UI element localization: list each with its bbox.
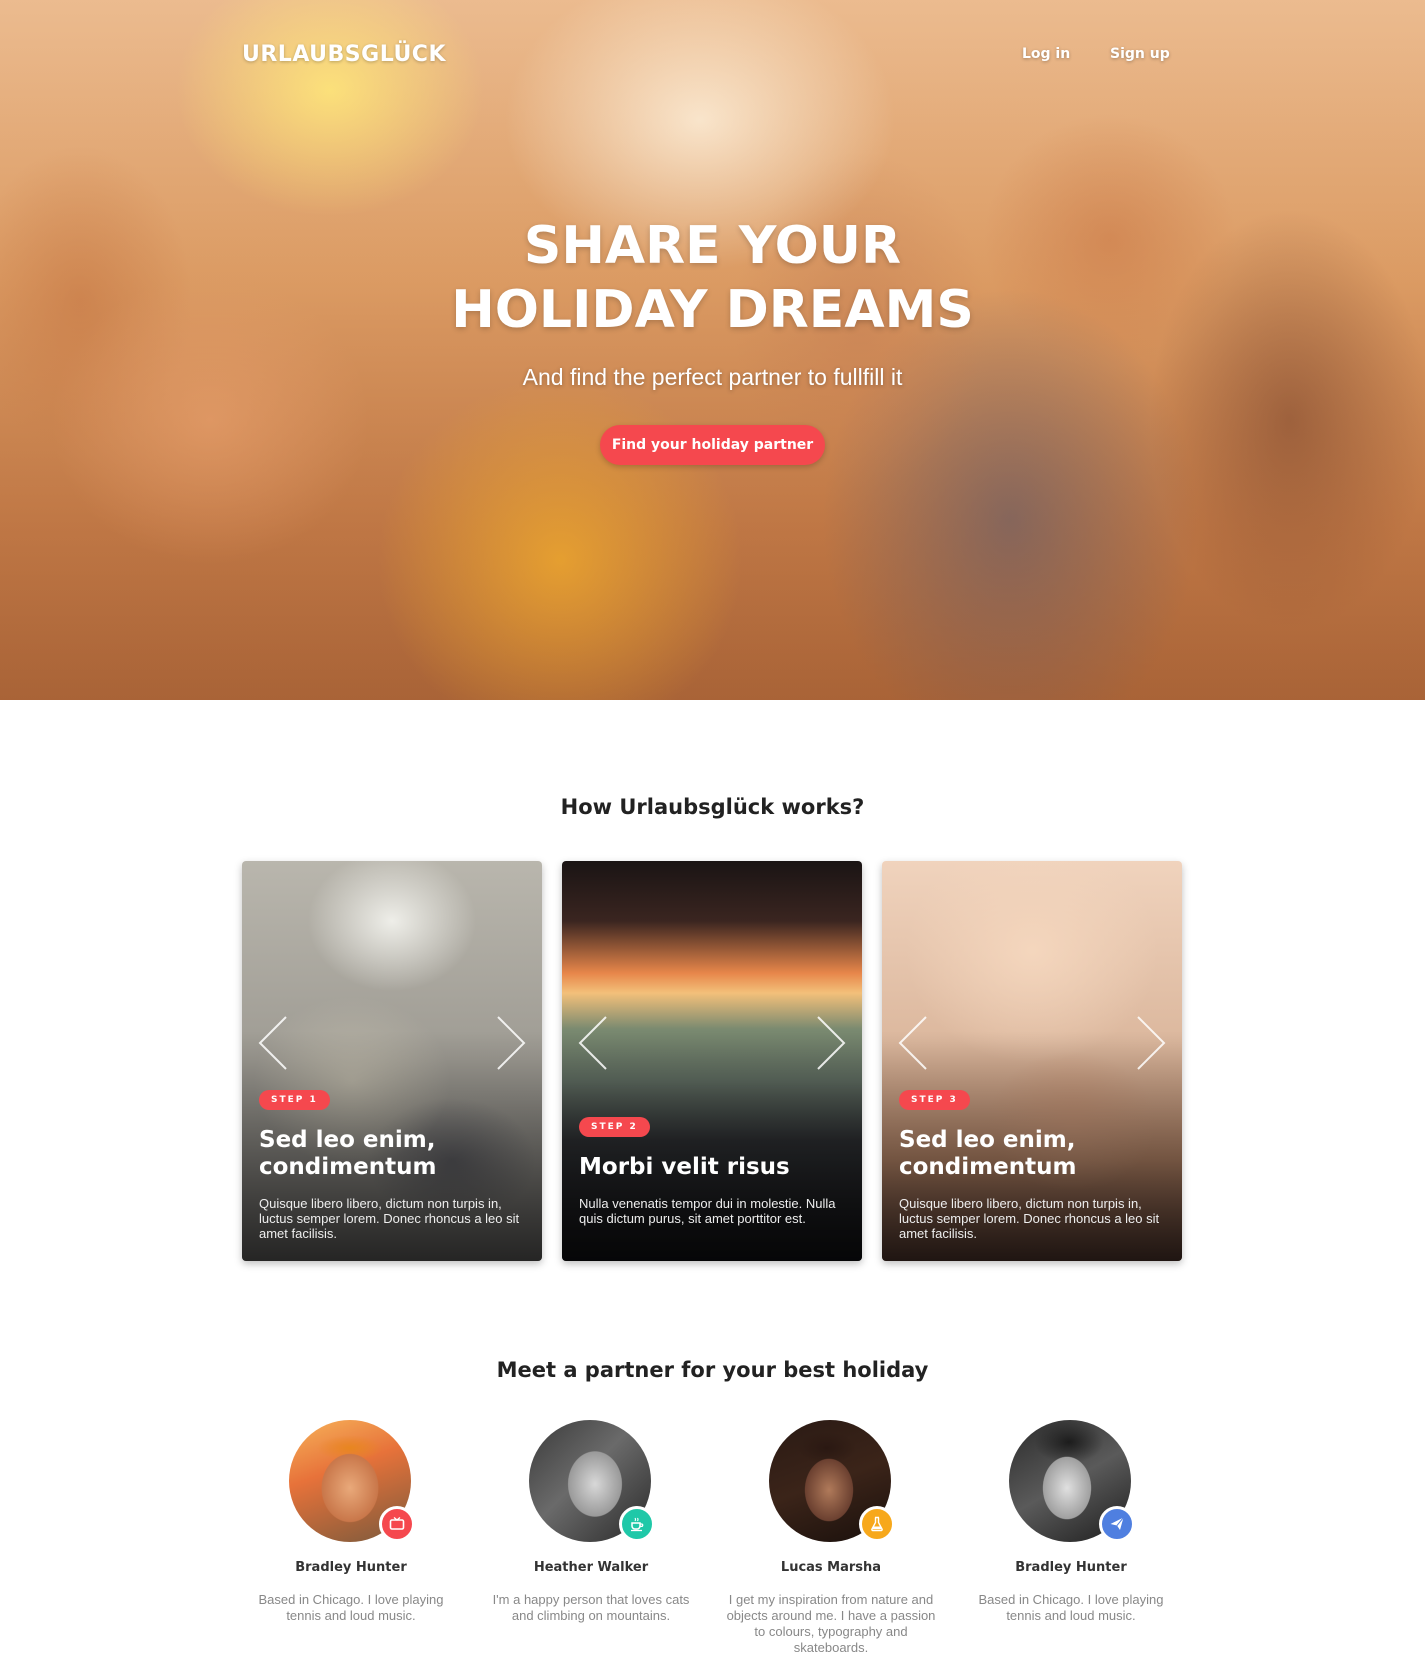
- step-card-3[interactable]: STEP 3 Sed leo enim, condimentum Quisque…: [882, 861, 1182, 1261]
- partner-name: Heather Walker: [533, 1560, 649, 1575]
- card-title-line-1: Sed leo enim,: [259, 1127, 436, 1153]
- tv-icon-badge: [379, 1506, 415, 1542]
- partner-name: Bradley Hunter: [295, 1560, 407, 1575]
- brand-logo[interactable]: URLAUBSGLÜCK: [242, 42, 446, 67]
- partner-description: Based in Chicago. I love playing tennis …: [258, 1592, 444, 1623]
- tv-icon: [389, 1516, 405, 1530]
- flask-icon-badge: [859, 1506, 895, 1542]
- chevron-left-icon[interactable]: [896, 1013, 930, 1073]
- coffee-icon: [631, 1517, 644, 1532]
- signup-link[interactable]: Sign up: [1110, 46, 1170, 62]
- partner-description: Based in Chicago. I love playing tennis …: [978, 1592, 1164, 1623]
- step-badge: STEP 2: [579, 1117, 650, 1137]
- hero-title-line-2: HOLIDAY DREAMS: [451, 280, 974, 340]
- partner-description: I'm a happy person that loves cats and c…: [492, 1592, 690, 1623]
- flask-icon: [871, 1516, 883, 1532]
- card-title: Sed leo enim, condimentum: [259, 1127, 529, 1181]
- chevron-left-icon[interactable]: [576, 1013, 610, 1073]
- partner-name: Bradley Hunter: [1015, 1560, 1127, 1575]
- hero-title-line-1: SHARE YOUR: [523, 216, 902, 276]
- card-title: Sed leo enim, condimentum: [899, 1127, 1169, 1181]
- login-link[interactable]: Log in: [1022, 46, 1070, 62]
- card-title-line-1: Morbi velit risus: [579, 1154, 790, 1180]
- step-card-2[interactable]: STEP 2 Morbi velit risus Nulla venenatis…: [562, 861, 862, 1261]
- card-text: Quisque libero libero, dictum non turpis…: [899, 1196, 1160, 1241]
- card-title-line-1: Sed leo enim,: [899, 1127, 1076, 1153]
- hero-subtitle: And find the perfect partner to fullfill…: [522, 364, 903, 390]
- step-card-1[interactable]: STEP 1 Sed leo enim, condimentum Quisque…: [242, 861, 542, 1261]
- how-it-works-title: How Urlaubsglück works?: [560, 795, 865, 819]
- chevron-right-icon[interactable]: [494, 1013, 528, 1073]
- chevron-right-icon[interactable]: [1134, 1013, 1168, 1073]
- paper-plane-icon-badge: [1099, 1506, 1135, 1542]
- card-text: Nulla venenatis tempor dui in molestie. …: [579, 1196, 836, 1226]
- hero-photo-overlay: [0, 0, 1425, 700]
- card-title-line-2: condimentum: [259, 1154, 437, 1180]
- coffee-icon-badge: [619, 1506, 655, 1542]
- partner-name: Lucas Marsha: [780, 1560, 882, 1575]
- card-text: Quisque libero libero, dictum non turpis…: [259, 1196, 520, 1241]
- chevron-left-icon[interactable]: [256, 1013, 290, 1073]
- partners-title: Meet a partner for your best holiday: [496, 1358, 929, 1382]
- partner-description: I get my inspiration from nature and obj…: [726, 1592, 936, 1655]
- hero-banner: URLAUBSGLÜCK Log in Sign up SHARE YOUR H…: [0, 0, 1425, 700]
- chevron-right-icon[interactable]: [814, 1013, 848, 1073]
- step-badge: STEP 3: [899, 1090, 970, 1110]
- card-title-line-2: condimentum: [899, 1154, 1077, 1180]
- card-title: Morbi velit risus: [579, 1154, 849, 1181]
- paper-plane-icon: [1110, 1517, 1124, 1530]
- hero-title: SHARE YOUR HOLIDAY DREAMS: [0, 214, 1425, 342]
- step-badge: STEP 1: [259, 1090, 330, 1110]
- find-partner-button[interactable]: Find your holiday partner: [600, 425, 825, 465]
